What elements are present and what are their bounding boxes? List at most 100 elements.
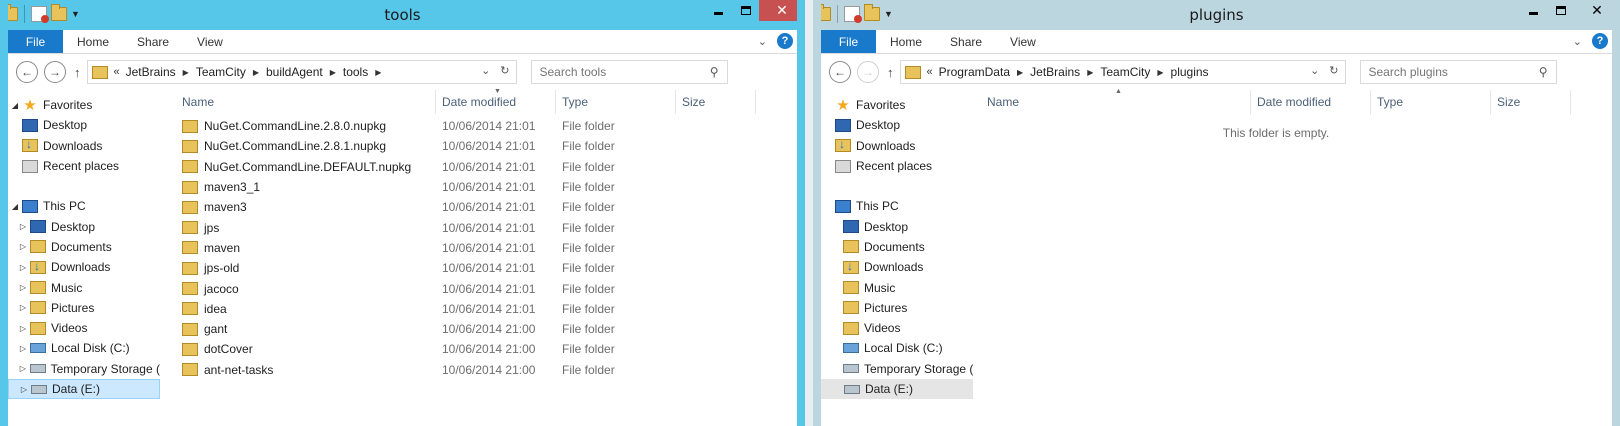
refresh-icon[interactable]: ↻ bbox=[1329, 64, 1338, 77]
breadcrumb-arrow-icon[interactable]: ▶ bbox=[330, 68, 336, 77]
nav-pc-data[interactable]: ▷ Data (E:) bbox=[8, 378, 160, 400]
nav-pc-local-disk[interactable]: ▷ Local Disk (C:) bbox=[8, 338, 160, 358]
minimize-button[interactable] bbox=[705, 0, 732, 21]
close-button[interactable]: ✕ bbox=[759, 0, 797, 21]
expand-arrow-icon[interactable]: ▷ bbox=[16, 242, 30, 251]
nav-pc-downloads[interactable]: Downloads bbox=[821, 257, 973, 277]
nav-pc-documents[interactable]: Documents bbox=[821, 237, 973, 257]
breadcrumb-item[interactable]: JetBrains ▶ bbox=[1030, 65, 1100, 79]
collapse-arrow-icon[interactable]: ◢ bbox=[8, 202, 22, 211]
expand-arrow-icon[interactable]: ▷ bbox=[16, 344, 30, 353]
tab-file[interactable]: File bbox=[821, 30, 876, 53]
nav-fav-recent[interactable]: Recent places bbox=[821, 156, 973, 176]
breadcrumb-item[interactable]: buildAgent ▶ bbox=[266, 65, 343, 79]
nav-pc-pictures[interactable]: Pictures bbox=[821, 298, 973, 318]
up-button[interactable]: ↑ bbox=[887, 65, 894, 80]
up-button[interactable]: ↑ bbox=[74, 65, 81, 80]
expand-arrow-icon[interactable]: ▷ bbox=[16, 283, 30, 292]
tab-view[interactable]: View bbox=[996, 30, 1050, 53]
nav-pc-documents[interactable]: ▷ Documents bbox=[8, 237, 160, 257]
nav-pc-local-disk[interactable]: Local Disk (C:) bbox=[821, 338, 973, 358]
file-row[interactable]: gant 10/06/2014 21:00 File folder bbox=[176, 319, 797, 339]
nav-fav-recent[interactable]: Recent places bbox=[8, 156, 160, 176]
maximize-button[interactable] bbox=[1547, 0, 1574, 21]
file-row[interactable]: NuGet.CommandLine.2.8.1.nupkg 10/06/2014 … bbox=[176, 136, 797, 156]
breadcrumb-item[interactable]: TeamCity ▶ bbox=[196, 65, 266, 79]
forward-button[interactable]: → bbox=[857, 61, 879, 83]
breadcrumb-item[interactable]: TeamCity ▶ bbox=[1100, 65, 1170, 79]
nav-fav-desktop[interactable]: Desktop bbox=[8, 115, 160, 135]
address-bar[interactable]: « JetBrains ▶ TeamCity ▶ buildAgent ▶ tools… bbox=[86, 60, 517, 84]
column-date-modified[interactable]: Date modified bbox=[1251, 90, 1371, 114]
back-button[interactable]: ← bbox=[829, 61, 851, 83]
file-row[interactable]: NuGet.CommandLine.2.8.0.nupkg 10/06/2014 … bbox=[176, 116, 797, 136]
nav-pc-desktop[interactable]: ▷ Desktop bbox=[8, 216, 160, 236]
expand-arrow-icon[interactable]: ▷ bbox=[17, 385, 31, 394]
address-bar[interactable]: « ProgramData ▶ JetBrains ▶ TeamCity ▶ plug… bbox=[899, 60, 1346, 84]
help-icon[interactable]: ? bbox=[1592, 33, 1608, 49]
column-type[interactable]: Type bbox=[556, 90, 676, 114]
address-overflow[interactable]: « bbox=[927, 66, 933, 78]
minimize-button[interactable] bbox=[1520, 0, 1547, 21]
title-bar[interactable]: ▼ tools ✕ bbox=[8, 0, 797, 30]
nav-pc-desktop[interactable]: Desktop bbox=[821, 216, 973, 236]
breadcrumb-arrow-icon[interactable]: ▶ bbox=[1157, 68, 1163, 77]
breadcrumb-arrow-icon[interactable]: ▶ bbox=[1087, 68, 1093, 77]
tab-share[interactable]: Share bbox=[123, 30, 183, 53]
column-size[interactable]: Size bbox=[676, 90, 756, 114]
address-overflow[interactable]: « bbox=[114, 66, 120, 78]
nav-fav-downloads[interactable]: Downloads bbox=[8, 136, 160, 156]
refresh-icon[interactable]: ↻ bbox=[500, 64, 509, 77]
file-row[interactable]: maven3_1 10/06/2014 21:01 File folder bbox=[176, 177, 797, 197]
file-row[interactable]: idea 10/06/2014 21:01 File folder bbox=[176, 299, 797, 319]
tab-home[interactable]: Home bbox=[63, 30, 123, 53]
file-row[interactable]: dotCover 10/06/2014 21:00 File folder bbox=[176, 339, 797, 359]
breadcrumb-arrow-icon[interactable]: ▶ bbox=[183, 68, 189, 77]
expand-ribbon-icon[interactable]: ⌄ bbox=[758, 35, 767, 48]
search-input[interactable] bbox=[1368, 65, 1519, 79]
tab-share[interactable]: Share bbox=[936, 30, 996, 53]
nav-pc-pictures[interactable]: ▷ Pictures bbox=[8, 298, 160, 318]
expand-arrow-icon[interactable]: ▷ bbox=[16, 324, 30, 333]
nav-pc-music[interactable]: Music bbox=[821, 277, 973, 297]
nav-favorites[interactable]: ★ Favorites bbox=[821, 95, 973, 115]
nav-pc-videos[interactable]: Videos bbox=[821, 318, 973, 338]
address-dropdown-icon[interactable]: ⌄ bbox=[1310, 64, 1319, 77]
back-button[interactable]: ← bbox=[16, 61, 38, 83]
file-row[interactable]: jps-old 10/06/2014 21:01 File folder bbox=[176, 258, 797, 278]
tab-file[interactable]: File bbox=[8, 30, 63, 53]
nav-this-pc[interactable]: This PC bbox=[821, 196, 973, 216]
expand-arrow-icon[interactable]: ▷ bbox=[16, 303, 30, 312]
tab-view[interactable]: View bbox=[183, 30, 237, 53]
breadcrumb-item[interactable]: ProgramData ▶ bbox=[939, 65, 1031, 79]
breadcrumb-arrow-icon[interactable]: ▶ bbox=[1017, 68, 1023, 77]
title-bar[interactable]: ▼ plugins ✕ bbox=[821, 0, 1612, 30]
column-name[interactable]: Name bbox=[176, 90, 436, 114]
forward-button[interactable]: → bbox=[44, 61, 66, 83]
breadcrumb-item[interactable]: JetBrains ▶ bbox=[126, 65, 196, 79]
breadcrumb-item[interactable]: tools ▶ bbox=[343, 65, 389, 79]
tab-home[interactable]: Home bbox=[876, 30, 936, 53]
nav-pc-data[interactable]: Data (E:) bbox=[821, 378, 973, 400]
file-row[interactable]: ant-net-tasks 10/06/2014 21:00 File folder bbox=[176, 360, 797, 380]
collapse-arrow-icon[interactable]: ◢ bbox=[8, 101, 22, 110]
breadcrumb-item[interactable]: plugins bbox=[1171, 65, 1209, 79]
search-icon[interactable]: ⚲ bbox=[710, 65, 719, 79]
breadcrumb-arrow-icon[interactable]: ▶ bbox=[375, 68, 381, 77]
file-row[interactable]: maven3 10/06/2014 21:01 File folder bbox=[176, 197, 797, 217]
file-row[interactable]: maven 10/06/2014 21:01 File folder bbox=[176, 238, 797, 258]
column-size[interactable]: Size bbox=[1491, 90, 1571, 114]
expand-ribbon-icon[interactable]: ⌄ bbox=[1573, 35, 1582, 48]
expand-arrow-icon[interactable]: ▷ bbox=[16, 364, 30, 373]
column-type[interactable]: Type bbox=[1371, 90, 1491, 114]
file-row[interactable]: NuGet.CommandLine.DEFAULT.nupkg 10/06/201… bbox=[176, 157, 797, 177]
expand-arrow-icon[interactable]: ▷ bbox=[16, 222, 30, 231]
search-icon[interactable]: ⚲ bbox=[1539, 65, 1548, 79]
search-input[interactable] bbox=[539, 65, 690, 79]
nav-this-pc[interactable]: ◢ This PC bbox=[8, 196, 160, 216]
file-row[interactable]: jps 10/06/2014 21:01 File folder bbox=[176, 217, 797, 237]
nav-pc-temp-storage[interactable]: Temporary Storage ( bbox=[821, 359, 973, 379]
help-icon[interactable]: ? bbox=[777, 33, 793, 49]
nav-favorites[interactable]: ◢ ★ Favorites bbox=[8, 95, 160, 115]
address-dropdown-icon[interactable]: ⌄ bbox=[481, 64, 490, 77]
